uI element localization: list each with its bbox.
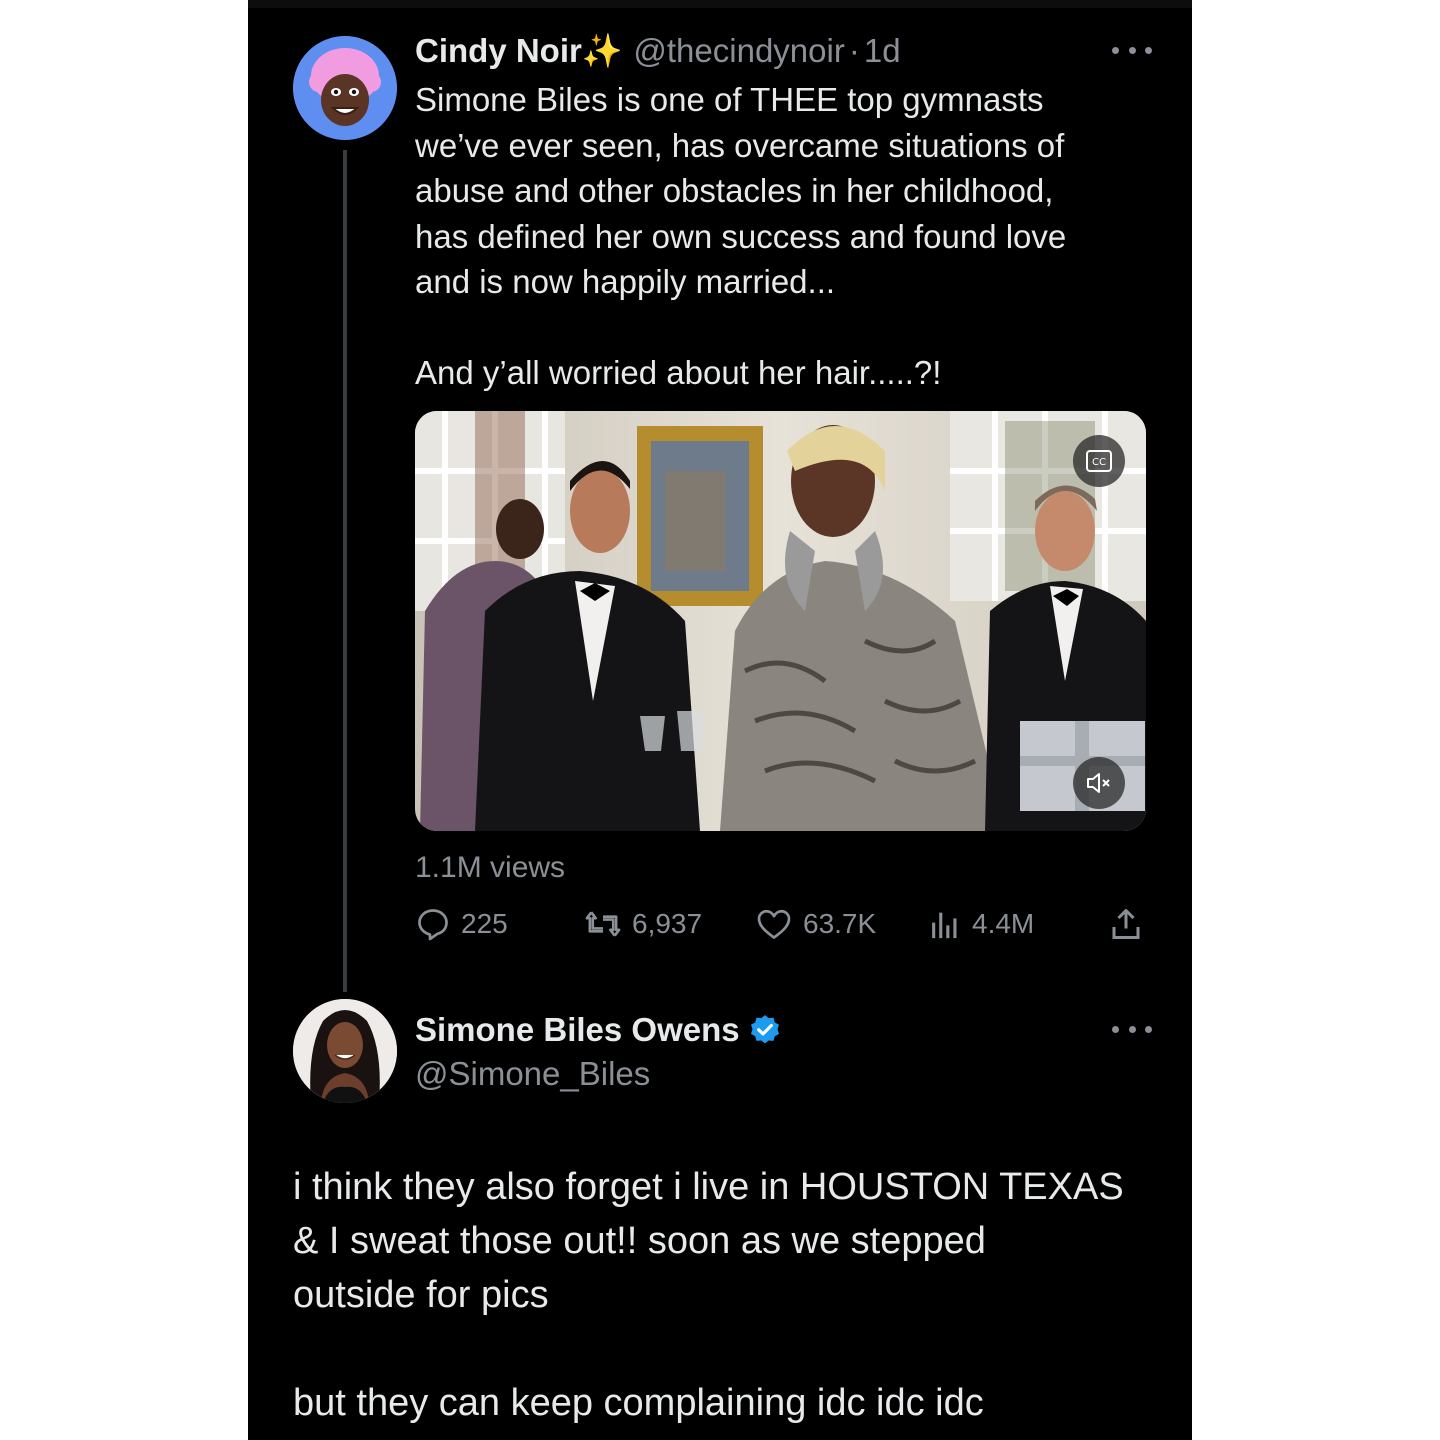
- video-frame-image: [415, 411, 1146, 831]
- view-count: 1.1M views: [415, 851, 566, 884]
- analytics-icon: [932, 912, 957, 939]
- tweet-thread-panel: Cindy Noir✨ @thecindynoir · 1d Simone Bile…: [248, 0, 1192, 1440]
- profile-photo-image: [293, 999, 397, 1103]
- author-name[interactable]: Simone Biles Owens: [415, 1009, 740, 1051]
- analytics-button[interactable]: 4.4M: [928, 902, 1034, 946]
- share-button[interactable]: [1108, 902, 1154, 946]
- more-icon[interactable]: [1112, 1023, 1152, 1035]
- author-handle[interactable]: @thecindynoir: [633, 32, 844, 69]
- like-count: 63.7K: [803, 908, 877, 939]
- share-icon: [1112, 909, 1140, 939]
- verified-badge-icon: [750, 1015, 779, 1044]
- tweet1-text: Simone Biles is one of THEE top gymnasts…: [415, 81, 1067, 391]
- sparkles-icon: ✨: [581, 32, 623, 69]
- thread-connector-line: [343, 150, 347, 992]
- top-divider: [248, 0, 1192, 8]
- repost-button[interactable]: 6,937: [584, 902, 702, 946]
- tweet2-header: Simone Biles Owens: [415, 1009, 782, 1051]
- author-handle[interactable]: @Simone_Biles: [415, 1053, 650, 1095]
- timestamp[interactable]: 1d: [864, 32, 901, 69]
- repost-icon: [585, 911, 621, 937]
- svg-text:CC: CC: [1092, 457, 1106, 468]
- like-icon: [757, 909, 791, 939]
- repost-count: 6,937: [632, 908, 703, 939]
- mute-icon[interactable]: [1073, 757, 1125, 809]
- tweet2-text: i think they also forget i live in HOUST…: [293, 1166, 1124, 1424]
- time-separator: ·: [848, 32, 860, 69]
- reply-count: 225: [461, 908, 508, 939]
- reply-icon: [418, 909, 448, 941]
- reply-button[interactable]: 225: [415, 902, 508, 946]
- like-button[interactable]: 63.7K: [755, 902, 876, 946]
- cindy-noir-avatar[interactable]: [293, 36, 397, 140]
- tweet1-header: Cindy Noir✨ @thecindynoir · 1d: [415, 30, 901, 79]
- more-icon[interactable]: [1112, 44, 1152, 56]
- impressions-count: 4.4M: [972, 908, 1035, 939]
- avatar-cartoon-icon: [293, 36, 397, 140]
- simone-biles-avatar[interactable]: [293, 999, 397, 1103]
- author-name[interactable]: Cindy Noir: [415, 32, 582, 69]
- video-player[interactable]: CC: [415, 411, 1146, 831]
- captions-icon[interactable]: CC: [1073, 435, 1125, 487]
